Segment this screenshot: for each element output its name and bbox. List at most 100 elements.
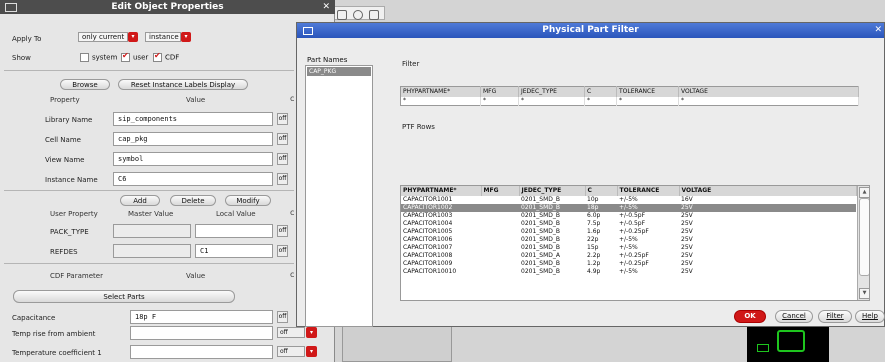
filter-cell[interactable]: * (518, 97, 585, 106)
show-label: Show (12, 54, 31, 62)
chevron-down-icon[interactable] (181, 32, 191, 42)
scrollbar-thumb[interactable] (859, 198, 869, 276)
table-row[interactable]: CAPACITOR1009 0201_SMD_B 1.2p +/-0.25pF 25V (401, 260, 856, 268)
window-menu-icon[interactable] (5, 3, 17, 12)
table-cell: 0201_SMD_B (521, 260, 560, 267)
toolbar-icon[interactable] (337, 10, 347, 20)
table-row[interactable]: CAPACITOR1004 0201_SMD_B 7.5p +/-0.5pF 25V (401, 220, 856, 228)
display-toggle[interactable]: off (277, 245, 288, 257)
display-toggle[interactable]: off (277, 311, 288, 323)
table-row[interactable]: CAPACITOR1002 0201_SMD_B 18p +/-5% 25V (401, 204, 856, 212)
column-header[interactable]: VOLTAGE (678, 86, 859, 97)
chevron-down-icon[interactable] (306, 346, 317, 357)
column-header[interactable]: PHYPARTNAME* (401, 186, 482, 196)
scroll-down-icon[interactable]: ▼ (859, 288, 869, 299)
table-row[interactable]: CAPACITOR1006 0201_SMD_B 22p +/-5% 25V (401, 236, 856, 244)
toolbar-icon[interactable] (353, 10, 363, 20)
scroll-up-icon[interactable]: ▲ (859, 187, 869, 198)
display-select[interactable]: off (277, 346, 317, 357)
filter-cell[interactable]: * (678, 97, 859, 106)
show-cdf-checkbox[interactable]: CDF (153, 51, 179, 62)
table-cell (481, 268, 519, 276)
modify-button[interactable]: Modify (225, 195, 271, 206)
close-icon[interactable]: ✕ (322, 0, 330, 14)
column-header[interactable]: JEDEC_TYPE (519, 186, 586, 196)
display-select[interactable]: off (277, 327, 317, 338)
column-header[interactable]: TOLERANCE (616, 86, 679, 97)
user-property-header: User Property (50, 210, 98, 218)
clipped-column-marker: c (290, 208, 295, 217)
ok-button[interactable]: OK (734, 310, 766, 323)
table-cell: 0201_SMD_B (521, 212, 560, 219)
window-menu-icon[interactable] (303, 27, 313, 35)
table-row[interactable]: CAPACITOR10010 0201_SMD_B 4.9p +/-5% 25V (401, 268, 856, 276)
apply-to-select[interactable]: only current (78, 32, 138, 42)
column-header[interactable]: JEDEC_TYPE (518, 86, 585, 97)
cell-name-field[interactable]: cap_pkg (113, 132, 273, 146)
column-header[interactable]: MFG (480, 86, 519, 97)
clipped-column-marker: c (290, 94, 295, 103)
column-header[interactable]: C (584, 86, 617, 97)
chevron-down-icon[interactable] (306, 327, 317, 338)
ptf-rows-panel[interactable]: PHYPARTNAME* MFG JEDEC_TYPE C TOLERANCE … (400, 185, 870, 301)
filter-button[interactable]: Filter (818, 310, 852, 323)
local-value-field[interactable] (195, 224, 273, 238)
display-toggle[interactable]: off (277, 225, 288, 237)
part-names-list[interactable]: CAP_PKG (305, 65, 373, 327)
local-value-field[interactable]: C1 (195, 244, 273, 258)
capacitance-field[interactable]: 18p F (130, 310, 273, 324)
table-row[interactable]: CAPACITOR1001 0201_SMD_B 10p +/-5% 16V (401, 196, 856, 204)
table-cell: CAPACITOR1007 (403, 244, 453, 251)
view-name-field[interactable]: symbol (113, 152, 273, 166)
chevron-down-icon[interactable] (128, 32, 138, 42)
user-prop-label: REFDES (50, 248, 78, 256)
cancel-button[interactable]: Cancel (775, 310, 813, 323)
reset-labels-button[interactable]: Reset Instance Labels Display (118, 79, 248, 90)
toolbar-icon[interactable] (369, 10, 379, 20)
table-row[interactable]: CAPACITOR1003 0201_SMD_B 6.0p +/-0.5pF 25V (401, 212, 856, 220)
filter-cell[interactable]: * (480, 97, 519, 106)
instance-name-field[interactable]: C6 (113, 172, 273, 186)
filter-cell[interactable]: * (584, 97, 617, 106)
select-parts-button[interactable]: Select Parts (13, 290, 235, 303)
checkmark-icon[interactable] (153, 51, 162, 62)
show-system-checkbox[interactable]: system (80, 53, 117, 62)
column-header[interactable]: VOLTAGE (679, 186, 857, 196)
master-value-field (113, 224, 191, 238)
table-cell: 15p (587, 244, 599, 251)
column-header[interactable]: TOLERANCE (617, 186, 680, 196)
add-button[interactable]: Add (120, 195, 160, 206)
browse-button[interactable]: Browse (60, 79, 110, 90)
apply-scope-select[interactable]: instance (145, 32, 191, 42)
table-cell (481, 260, 519, 268)
temp-coefficient-field[interactable] (130, 345, 273, 359)
help-button[interactable]: Help (855, 310, 885, 323)
library-name-field[interactable]: sip_components (113, 112, 273, 126)
vertical-scrollbar[interactable]: ▲ ▼ (857, 186, 869, 300)
close-icon[interactable]: ✕ (874, 23, 882, 38)
eop-titlebar[interactable]: Edit Object Properties ✕ (0, 0, 335, 14)
table-cell: 0201_SMD_B (521, 236, 560, 243)
table-cell (481, 212, 519, 220)
show-user-checkbox[interactable]: user (121, 51, 148, 62)
display-toggle[interactable]: off (277, 133, 288, 145)
table-row[interactable]: CAPACITOR1005 0201_SMD_B 1.6p +/-0.25pF 25V (401, 228, 856, 236)
table-row[interactable]: CAPACITOR1008 0201_SMD_A 2.2p +/-0.25pF 25V (401, 252, 856, 260)
delete-button[interactable]: Delete (170, 195, 216, 206)
table-row[interactable]: CAPACITOR1007 0201_SMD_B 15p +/-5% 25V (401, 244, 856, 252)
column-header[interactable]: PHYPARTNAME* (400, 86, 481, 97)
filter-cell[interactable]: * (616, 97, 679, 106)
display-toggle[interactable]: off (277, 113, 288, 125)
checkmark-icon[interactable] (121, 51, 130, 62)
ppf-titlebar[interactable]: Physical Part Filter ✕ (297, 23, 884, 38)
column-header[interactable]: MFG (481, 186, 520, 196)
table-cell: 0201_SMD_B (521, 196, 560, 203)
prop-label-instance: Instance Name (45, 176, 98, 184)
display-toggle[interactable]: off (277, 173, 288, 185)
column-header[interactable]: C (585, 186, 618, 196)
filter-cell[interactable]: * (400, 97, 481, 106)
display-toggle[interactable]: off (277, 153, 288, 165)
checkbox-icon[interactable] (80, 53, 89, 62)
temp-rise-field[interactable] (130, 326, 273, 340)
list-item[interactable]: CAP_PKG (307, 67, 371, 76)
